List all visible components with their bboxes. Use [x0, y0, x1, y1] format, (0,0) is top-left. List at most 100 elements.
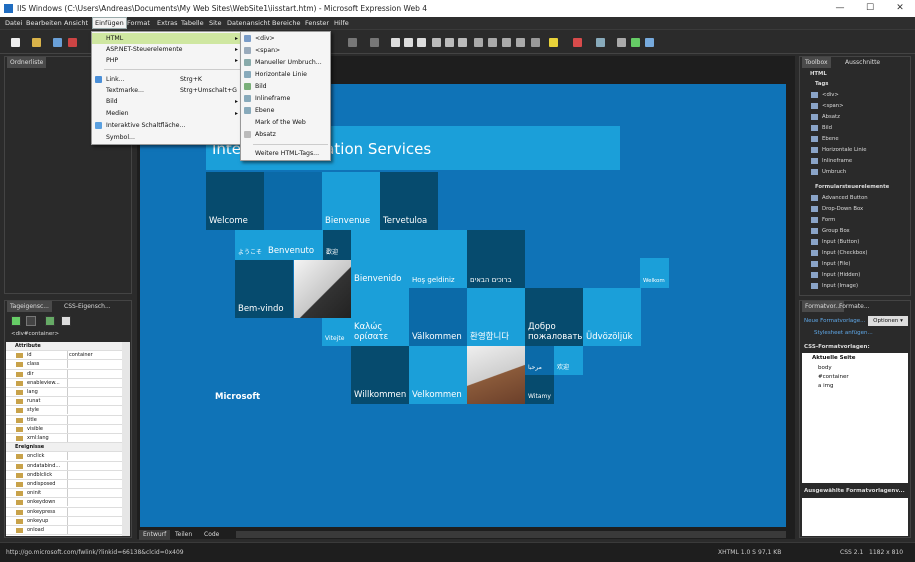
indent-icon[interactable]	[516, 38, 525, 47]
font-color-icon[interactable]	[573, 38, 582, 47]
menu-tabelle[interactable]: Tabelle	[181, 19, 204, 27]
save-icon[interactable]	[53, 38, 62, 47]
style-item[interactable]: body	[818, 365, 832, 371]
category-attributes[interactable]: Attribute	[6, 342, 122, 352]
highlight-icon[interactable]	[549, 38, 558, 47]
attr-row[interactable]: style	[6, 406, 122, 416]
properties-icon[interactable]	[61, 316, 71, 326]
attach-stylesheet-link[interactable]: Stylesheet anfügen...	[814, 330, 873, 336]
submenu-item-iframe[interactable]: Inlineframe	[241, 93, 330, 104]
tab-teilen[interactable]: Teilen	[171, 530, 196, 540]
align-center-icon[interactable]	[445, 38, 454, 47]
style-item[interactable]: #container	[818, 374, 849, 380]
menu-datenansicht[interactable]: Datenansicht	[227, 19, 270, 27]
tab-ausschnitte[interactable]: Ausschnitte	[842, 57, 883, 68]
redo-icon[interactable]	[370, 38, 379, 47]
menu-bereiche[interactable]: Bereiche	[272, 19, 301, 27]
tab-tag-properties[interactable]: Tageigensc...	[7, 301, 52, 312]
category-events[interactable]: Ereignisse	[6, 443, 122, 453]
event-row[interactable]: ondatabind...	[6, 461, 122, 471]
menu-item-media[interactable]: Medien ▸	[92, 108, 242, 119]
menu-item-html[interactable]: HTML ▸	[92, 33, 242, 44]
attr-row[interactable]: runat	[6, 397, 122, 407]
event-row[interactable]: oninit	[6, 489, 122, 499]
style-item[interactable]: a img	[818, 383, 834, 389]
event-row[interactable]: onclick	[6, 452, 122, 462]
categorized-icon[interactable]	[11, 316, 21, 326]
tab-formate[interactable]: Formate...	[836, 301, 873, 312]
menu-datei[interactable]: Datei	[5, 19, 22, 27]
bullet-list-icon[interactable]	[488, 38, 497, 47]
new-file-icon[interactable]	[11, 38, 20, 47]
layers-icon[interactable]	[596, 38, 605, 47]
menu-item-aspnet[interactable]: ASP.NET-Steuerelemente ▸	[92, 44, 242, 55]
borders-icon[interactable]	[531, 38, 540, 47]
menu-item-link[interactable]: Link... Strg+K	[92, 74, 242, 85]
menu-item-php[interactable]: PHP ▸	[92, 55, 242, 66]
submenu-item-layer[interactable]: Ebene	[241, 105, 330, 116]
publish-icon[interactable]	[68, 38, 77, 47]
event-row[interactable]: onload	[6, 526, 122, 536]
menu-hilfe[interactable]: Hilfe	[334, 19, 349, 27]
tab-ordnerliste[interactable]: Ordnerliste	[7, 57, 47, 68]
submenu-item-div[interactable]: <div>	[241, 33, 330, 44]
submenu-item-span[interactable]: <span>	[241, 45, 330, 56]
horizontal-scrollbar[interactable]	[236, 531, 786, 538]
undo-icon[interactable]	[348, 38, 357, 47]
options-dropdown[interactable]: Optionen ▾	[868, 316, 908, 326]
tab-code[interactable]: Code	[200, 530, 223, 540]
bold-icon[interactable]	[391, 38, 400, 47]
menu-item-interactive-button[interactable]: Interaktive Schaltfläche...	[92, 120, 242, 131]
css-version[interactable]: CSS 2.1	[840, 549, 863, 556]
sort-icon[interactable]	[26, 316, 36, 326]
italic-icon[interactable]	[404, 38, 413, 47]
attr-row[interactable]: id container	[6, 351, 122, 361]
current-page-node[interactable]: Aktuelle Seite	[812, 355, 856, 361]
attr-row[interactable]: class	[6, 360, 122, 370]
open-icon[interactable]	[32, 38, 41, 47]
minimize-button[interactable]: —	[825, 0, 855, 17]
attr-row[interactable]: lang	[6, 388, 122, 398]
align-left-icon[interactable]	[432, 38, 441, 47]
attr-row[interactable]: xml:lang	[6, 434, 122, 444]
image-icon[interactable]	[631, 38, 640, 47]
event-row[interactable]: ondblclick	[6, 470, 122, 480]
properties-scrollbar[interactable]	[122, 342, 130, 536]
tab-css-properties[interactable]: CSS-Eigensch...	[61, 301, 114, 312]
event-row[interactable]: onkeydown	[6, 498, 122, 508]
design-canvas[interactable]: Internet Information Services Welcome Bi…	[140, 84, 786, 527]
menu-item-symbol[interactable]: Symbol...	[92, 132, 242, 143]
table-icon[interactable]	[617, 38, 626, 47]
tab-toolbox[interactable]: Toolbox	[802, 57, 831, 68]
menu-extras[interactable]: Extras	[157, 19, 178, 27]
numbered-list-icon[interactable]	[474, 38, 483, 47]
preview-icon[interactable]	[645, 38, 654, 47]
attr-row[interactable]: visible	[6, 424, 122, 434]
event-row[interactable]: ondisposed	[6, 480, 122, 490]
event-row[interactable]: onkeyup	[6, 516, 122, 526]
menu-ansicht[interactable]: Ansicht	[64, 19, 88, 27]
submenu-item-image[interactable]: Bild	[241, 81, 330, 92]
attr-row[interactable]: title	[6, 415, 122, 425]
attr-row[interactable]: dir	[6, 369, 122, 379]
event-row[interactable]: onkeypress	[6, 507, 122, 517]
maximize-button[interactable]: ☐	[855, 0, 885, 17]
menu-format[interactable]: Format	[127, 19, 150, 27]
menu-bearbeiten[interactable]: Bearbeiten	[26, 19, 62, 27]
submenu-item-more-tags[interactable]: Weitere HTML-Tags...	[241, 148, 330, 159]
menu-einfuegen[interactable]: Einfügen	[92, 17, 127, 29]
attr-row[interactable]: enableview...	[6, 378, 122, 388]
submenu-item-paragraph[interactable]: Absatz	[241, 129, 330, 140]
show-set-icon[interactable]	[45, 316, 55, 326]
submenu-item-hr[interactable]: Horizontale Linie	[241, 69, 330, 80]
new-style-link[interactable]: Neue Formatvorlage...	[804, 318, 865, 324]
page-dimensions[interactable]: 1182 x 810	[869, 549, 903, 556]
menu-item-image[interactable]: Bild ▸	[92, 96, 242, 107]
submenu-item-break[interactable]: Manueller Umbruch...	[241, 57, 330, 68]
menu-item-bookmark[interactable]: Textmarke... Strg+Umschalt+G	[92, 85, 242, 96]
align-right-icon[interactable]	[458, 38, 467, 47]
underline-icon[interactable]	[417, 38, 426, 47]
outdent-icon[interactable]	[502, 38, 511, 47]
doctype-indicator[interactable]: XHTML 1.0 S	[718, 549, 756, 556]
tab-entwurf[interactable]: Entwurf	[139, 530, 171, 540]
